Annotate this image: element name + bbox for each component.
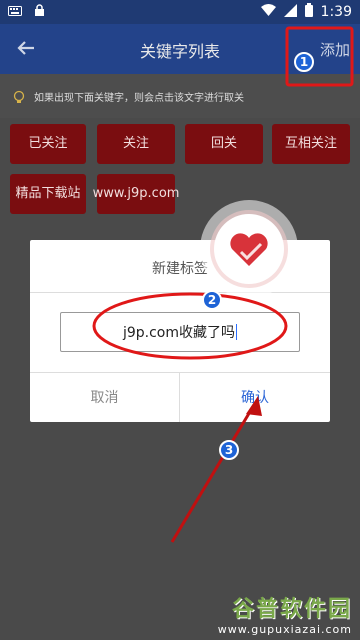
hint-text: 如果出现下面关键字，则会点击该文字进行取关 <box>34 92 244 104</box>
add-button[interactable]: 添加 <box>320 39 350 60</box>
keyword-chip[interactable]: 精品下载站 <box>10 174 86 214</box>
status-bar: 1:39 <box>0 0 360 24</box>
heart-badge <box>200 200 298 298</box>
watermark-logo: 谷普软件园 <box>231 597 352 622</box>
keyword-chip[interactable]: 已关注 <box>10 124 86 164</box>
keyword-chip[interactable]: 关注 <box>97 124 175 164</box>
annotation-arrow <box>170 404 256 543</box>
text-caret <box>236 324 238 340</box>
confirm-button[interactable]: 确认 <box>180 372 330 422</box>
divider <box>30 292 330 293</box>
watermark-url: www.gupuxiazai.com <box>217 623 352 636</box>
cancel-button[interactable]: 取消 <box>30 372 179 422</box>
keyword-chip[interactable]: 回关 <box>185 124 263 164</box>
step-badge-1: 1 <box>294 52 314 72</box>
step-badge-2: 2 <box>202 290 222 310</box>
tag-input[interactable]: j9p.com收藏了吗 <box>60 312 300 352</box>
lightbulb-icon <box>12 89 26 103</box>
watermark: 谷普软件园 www.gupuxiazai.com <box>218 591 352 636</box>
status-time: 1:39 <box>320 4 352 20</box>
wifi-icon <box>260 4 276 20</box>
tag-input-value: j9p.com收藏了吗 <box>122 325 236 341</box>
keyword-chip[interactable]: 互相关注 <box>272 124 350 164</box>
battery-icon <box>304 3 313 21</box>
signal-icon <box>283 3 297 21</box>
hint-row: 如果出现下面关键字，则会点击该文字进行取关 <box>0 74 360 118</box>
keyword-chip[interactable]: www.j9p.com <box>93 174 179 214</box>
keyboard-icon <box>8 5 22 20</box>
heart-icon <box>214 214 284 284</box>
lock-icon <box>34 4 45 21</box>
step-badge-3: 3 <box>219 440 239 460</box>
